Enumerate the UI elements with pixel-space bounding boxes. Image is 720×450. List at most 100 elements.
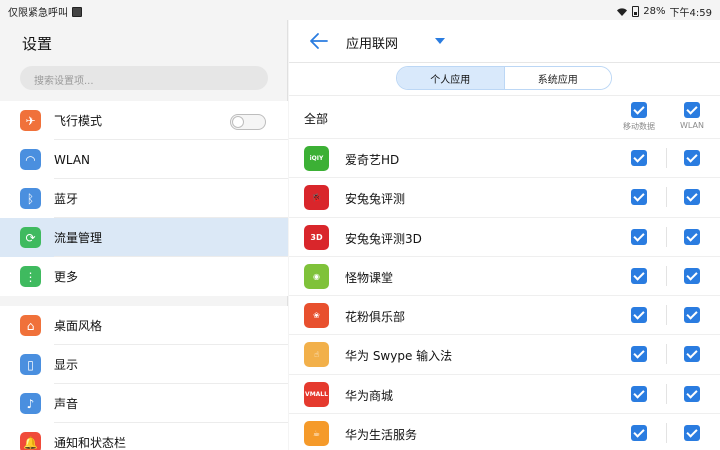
wlan-column-header: WLAN <box>670 102 714 130</box>
divider <box>666 187 667 208</box>
divider <box>666 344 667 365</box>
wlan-checkbox[interactable] <box>684 150 700 166</box>
app-type-tabs: 个人应用 系统应用 <box>396 66 612 90</box>
wlan-checkbox[interactable] <box>684 267 700 284</box>
sidebar-item[interactable]: ✈ 飞行模式 <box>0 101 288 140</box>
wlan-checkbox[interactable] <box>684 425 700 442</box>
tab-system-apps[interactable]: 系统应用 <box>503 67 611 89</box>
mobile-data-column-label: 移动数据 <box>623 122 655 131</box>
wlan-checkbox[interactable] <box>684 385 700 402</box>
app-row: ◉ 怪物课堂 <box>289 255 720 295</box>
page-title[interactable]: 应用联网 <box>346 33 398 52</box>
mobile-data-column-header: 移动数据 <box>617 102 661 132</box>
panel-header: 应用联网 <box>289 20 720 62</box>
divider <box>666 383 667 404</box>
display-icon: ▯ <box>20 354 41 375</box>
sidebar-item[interactable]: ▯ 显示 <box>0 345 288 384</box>
status-bar: 仅限紧急呼叫 28% 下午4:59 <box>0 0 720 20</box>
sidebar-item[interactable]: ◠ WLAN <box>0 140 288 179</box>
wlan-checkbox[interactable] <box>684 189 700 206</box>
mobile-data-checkbox[interactable] <box>631 150 647 166</box>
sidebar-item-label: 更多 <box>54 270 79 284</box>
bluetooth-icon: ᛒ <box>20 188 41 209</box>
app-name: 爱奇艺HD <box>345 153 400 167</box>
app-name: 华为商城 <box>345 388 394 403</box>
antutu-3d-icon: 3D <box>304 224 329 250</box>
app-row: ❀ 花粉俱乐部 <box>289 295 720 334</box>
vmall-icon: VMALL <box>304 381 329 407</box>
app-list: iQIY 爱奇艺HD 🐞 安兔兔评测 3D 安兔兔评测3D ◉ 怪物课堂 ❀ 花粉俱乐部 ☝ 华为 S… <box>289 138 720 450</box>
divider <box>289 62 720 63</box>
wlan-checkbox[interactable] <box>684 228 700 245</box>
mobile-data-checkbox[interactable] <box>631 425 647 442</box>
app-name: 怪物课堂 <box>345 270 394 285</box>
divider <box>666 148 667 168</box>
wlan-column-label: WLAN <box>679 121 704 130</box>
select-all-row: 全部 移动数据 WLAN <box>289 96 720 138</box>
status-emergency-text: 仅限紧急呼叫 <box>8 8 68 19</box>
select-all-mobile-data-checkbox[interactable] <box>631 102 647 118</box>
sidebar-item[interactable]: ⋮ 更多 <box>0 257 288 296</box>
divider <box>666 226 667 247</box>
chevron-down-icon[interactable] <box>435 38 445 44</box>
sidebar-item[interactable]: ♪ 声音 <box>0 384 288 423</box>
sidebar-item[interactable]: ᛒ 蓝牙 <box>0 179 288 218</box>
wlan-checkbox[interactable] <box>684 346 700 363</box>
notification-app-icon <box>72 6 82 17</box>
monster-class-icon: ◉ <box>304 263 329 289</box>
mobile-data-checkbox[interactable] <box>631 385 647 402</box>
app-row: ☕ 华为生活服务 <box>289 413 720 450</box>
sidebar-item[interactable]: 🔔 通知和状态栏 <box>0 423 288 450</box>
mobile-data-checkbox[interactable] <box>631 346 647 363</box>
sidebar-item-label: 声音 <box>54 397 79 411</box>
settings-group-display: ⌂ 桌面风格 ▯ 显示 ♪ 声音 🔔 通知和状态栏 <box>0 306 288 450</box>
sidebar-item-label: 飞行模式 <box>54 114 103 128</box>
select-all-wlan-checkbox[interactable] <box>684 102 700 118</box>
sidebar-item-label: WLAN <box>54 152 91 167</box>
app-row: 3D 安兔兔评测3D <box>289 216 720 256</box>
app-row: ☝ 华为 Swype 输入法 <box>289 334 720 373</box>
sound-icon: ♪ <box>20 393 41 414</box>
clock: 下午4:59 <box>669 8 712 19</box>
app-name: 安兔兔评测 <box>345 192 406 207</box>
antutu-icon: 🐞 <box>304 185 329 211</box>
sidebar-item-label: 蓝牙 <box>54 192 79 206</box>
wifi-signal-icon <box>617 7 628 16</box>
sidebar-item[interactable]: ⌂ 桌面风格 <box>0 306 288 345</box>
divider <box>666 305 667 326</box>
mobile-data-checkbox[interactable] <box>631 267 647 284</box>
data-usage-icon: ⟳ <box>20 227 41 248</box>
sidebar-item-label: 桌面风格 <box>54 319 103 333</box>
airplane-mode-toggle[interactable] <box>230 114 266 130</box>
app-name: 安兔兔评测3D <box>345 231 422 246</box>
battery-percent: 28% <box>643 6 666 17</box>
sidebar-item[interactable]: ⟳ 流量管理 <box>0 218 288 257</box>
more-icon: ⋮ <box>20 266 41 287</box>
app-name: 花粉俱乐部 <box>345 310 406 325</box>
home-style-icon: ⌂ <box>20 315 41 336</box>
life-service-icon: ☕ <box>304 421 329 447</box>
divider <box>666 423 667 444</box>
app-name: 华为 Swype 输入法 <box>345 349 453 364</box>
mobile-data-checkbox[interactable] <box>631 228 647 245</box>
huafen-club-icon: ❀ <box>304 303 329 329</box>
app-row: 🐞 安兔兔评测 <box>289 177 720 216</box>
app-name: 华为生活服务 <box>345 428 418 443</box>
mobile-data-checkbox[interactable] <box>631 189 647 206</box>
settings-title: 设置 <box>22 35 53 53</box>
wifi-icon: ◠ <box>20 149 41 170</box>
divider <box>666 265 667 286</box>
mobile-data-checkbox[interactable] <box>631 307 647 324</box>
app-row: iQIY 爱奇艺HD <box>289 138 720 177</box>
settings-sidebar: 设置 搜索设置项... ✈ 飞行模式 ◠ WLAN ᛒ 蓝牙 ⟳ 流量管理 ⋮ 更多 ⌂ 桌面风格 ▯… <box>0 20 288 450</box>
tab-personal-apps[interactable]: 个人应用 <box>397 67 504 89</box>
back-arrow-icon[interactable] <box>309 32 329 50</box>
settings-search-input[interactable]: 搜索设置项... <box>20 66 268 90</box>
wlan-checkbox[interactable] <box>684 307 700 324</box>
sidebar-item-label: 通知和状态栏 <box>54 436 127 450</box>
toggle-knob <box>232 116 244 128</box>
iqiyi-icon: iQIY <box>304 146 329 171</box>
battery-icon <box>632 6 640 17</box>
airplane-icon: ✈ <box>20 110 41 131</box>
settings-group-network: ✈ 飞行模式 ◠ WLAN ᛒ 蓝牙 ⟳ 流量管理 ⋮ 更多 <box>0 101 288 296</box>
